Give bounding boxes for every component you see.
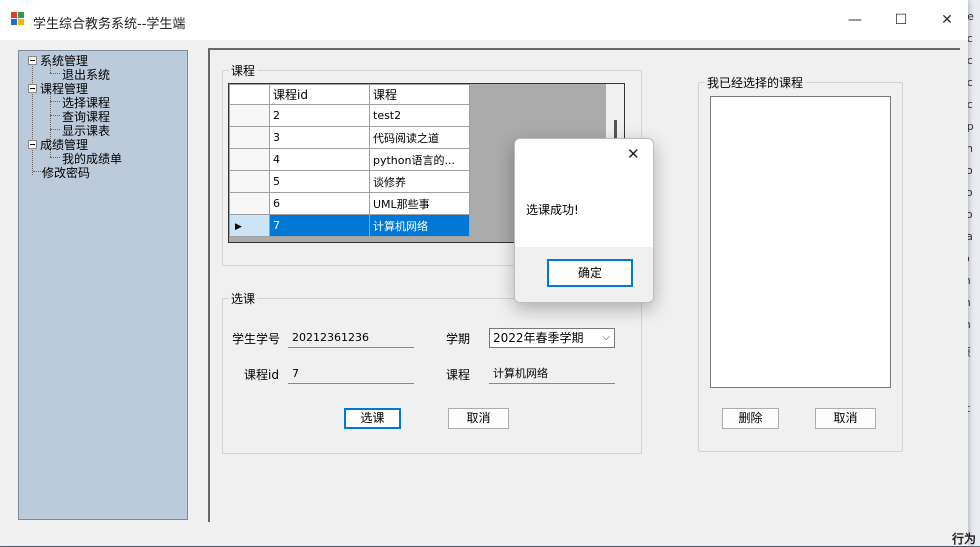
cell-course[interactable]: 代码阅读之道: [369, 126, 470, 149]
term-select-value: 2022年春季学期: [493, 331, 584, 345]
courses-group-legend: 课程: [229, 62, 258, 79]
maximize-button[interactable]: ☐: [878, 0, 924, 40]
cell-course[interactable]: 计算机网络: [369, 214, 470, 237]
cell-course[interactable]: 谈修养: [369, 170, 470, 193]
collapse-icon[interactable]: [28, 84, 37, 93]
cell-id[interactable]: 5: [269, 170, 370, 193]
row-header[interactable]: [229, 104, 270, 127]
message-dialog: ✕ 选课成功! 确定: [514, 138, 654, 303]
collapse-icon[interactable]: [28, 140, 37, 149]
cell-id[interactable]: 6: [269, 192, 370, 215]
term-label: 学期: [446, 332, 471, 346]
cancel-select-button[interactable]: 取消: [448, 408, 509, 429]
table-row[interactable]: 4 python语言的...: [229, 148, 470, 171]
table-row[interactable]: 5 谈修养: [229, 170, 470, 193]
main-window: 学生综合教务系统--学生端 — ☐ ✕ 系统管理 退出系统 课程管理 选择课程 …: [0, 0, 968, 546]
course-name-field[interactable]: 计算机网络: [489, 364, 615, 384]
cell-course[interactable]: python语言的...: [369, 148, 470, 171]
dialog-message: 选课成功!: [526, 203, 579, 217]
row-header[interactable]: [229, 170, 270, 193]
table-row[interactable]: 2 test2: [229, 104, 470, 127]
term-select[interactable]: 2022年春季学期 ⌵: [489, 328, 615, 348]
student-no-label: 学生学号: [232, 332, 281, 346]
course-id-label: 课程id: [244, 368, 279, 382]
cell-id[interactable]: 4: [269, 148, 370, 171]
chosen-courses-legend: 我已经选择的课程: [705, 74, 806, 91]
scrollbar-thumb[interactable]: [614, 120, 617, 140]
cell-id[interactable]: 3: [269, 126, 370, 149]
grid-header-row: 课程id 课程: [229, 84, 470, 105]
row-header-corner: [229, 84, 270, 105]
tree-node-change-password[interactable]: 修改密码: [42, 164, 90, 181]
delete-button[interactable]: 删除: [722, 408, 779, 429]
cancel-chosen-button[interactable]: 取消: [815, 408, 876, 429]
dialog-close-icon[interactable]: ✕: [627, 145, 640, 163]
cell-id[interactable]: 7: [269, 214, 370, 237]
title-bar[interactable]: 学生综合教务系统--学生端 — ☐ ✕: [0, 0, 968, 40]
chosen-courses-list[interactable]: [710, 96, 891, 388]
course-id-field[interactable]: 7: [288, 364, 414, 384]
select-course-button[interactable]: 选课: [344, 408, 401, 429]
app-icon: [11, 12, 25, 26]
column-header-id[interactable]: 课程id: [269, 84, 370, 105]
minimize-button[interactable]: —: [832, 0, 878, 40]
row-header[interactable]: [229, 126, 270, 149]
row-pointer-icon: ▶: [235, 222, 242, 232]
cell-course[interactable]: UML那些事: [369, 192, 470, 215]
row-header[interactable]: [229, 148, 270, 171]
course-label: 课程: [446, 368, 471, 382]
close-button[interactable]: ✕: [924, 0, 968, 40]
cell-id[interactable]: 2: [269, 104, 370, 127]
chevron-down-icon[interactable]: ⌵: [602, 329, 610, 347]
student-no-field[interactable]: 20212361236: [288, 328, 414, 348]
dialog-ok-button[interactable]: 确定: [547, 259, 633, 287]
background-bottom-text: 行为: [952, 532, 977, 546]
table-row-selected[interactable]: ▶ 7 计算机网络: [229, 214, 470, 237]
navigation-tree[interactable]: 系统管理 退出系统 课程管理 选择课程 查询课程 显示课表 成绩管理 我的成绩单…: [18, 50, 188, 520]
column-header-course[interactable]: 课程: [369, 84, 470, 105]
row-header[interactable]: ▶: [229, 214, 270, 237]
row-header[interactable]: [229, 192, 270, 215]
window-title: 学生综合教务系统--学生端: [33, 17, 186, 32]
cell-course[interactable]: test2: [369, 104, 470, 127]
table-row[interactable]: 6 UML那些事: [229, 192, 470, 215]
select-group-legend: 选课: [229, 290, 258, 307]
collapse-icon[interactable]: [28, 56, 37, 65]
table-row[interactable]: 3 代码阅读之道: [229, 126, 470, 149]
